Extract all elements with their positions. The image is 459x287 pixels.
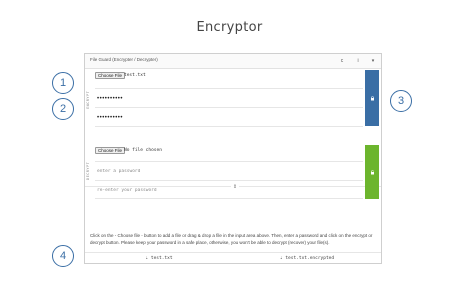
decrypt-section: DECRYPT Choose File No file chosen bbox=[85, 145, 381, 199]
encrypt-file-name: test.txt bbox=[124, 73, 146, 78]
encrypt-vertical-label: ENCRYPT bbox=[86, 90, 90, 110]
callout-2: 2 bbox=[52, 98, 74, 120]
decrypt-choose-file-button[interactable]: Choose File bbox=[95, 147, 126, 154]
encrypt-confirm-value: •••••••••• bbox=[97, 115, 124, 121]
file-guard-panel: File Guard (Encrypter / Decrypter) c i ▾… bbox=[84, 53, 382, 264]
callout-1: 1 bbox=[52, 72, 74, 94]
download-plain-link[interactable]: ⇣ test.txt bbox=[85, 256, 233, 261]
encrypt-password-field[interactable]: •••••••••• bbox=[95, 90, 363, 108]
decrypt-confirm-input[interactable] bbox=[95, 182, 363, 198]
panel-header: File Guard (Encrypter / Decrypter) c i ▾ bbox=[85, 54, 381, 69]
decrypt-file-row[interactable]: Choose File No file chosen bbox=[95, 145, 363, 162]
download-bar: ⇣ test.txt ⇣ test.txt.encrypted bbox=[85, 252, 381, 264]
decrypt-file-name: No file chosen bbox=[124, 148, 162, 153]
decrypt-password-field[interactable] bbox=[95, 163, 363, 181]
page-title: Encryptor bbox=[196, 20, 263, 35]
encrypt-choose-file-button[interactable]: Choose File bbox=[95, 72, 126, 79]
unlock-icon bbox=[370, 169, 374, 174]
callout-3: 3 bbox=[390, 90, 412, 112]
info-button[interactable]: i bbox=[353, 57, 363, 66]
callout-4: 4 bbox=[52, 245, 74, 267]
encrypt-button[interactable] bbox=[365, 70, 379, 126]
encrypt-file-row[interactable]: Choose File test.txt bbox=[95, 70, 363, 89]
help-text: Click on the - Choose file - button to a… bbox=[90, 233, 373, 245]
decrypt-confirm-field[interactable] bbox=[95, 182, 363, 199]
collapse-button[interactable]: ▾ bbox=[368, 57, 378, 66]
decrypt-vertical-label: DECRYPT bbox=[86, 161, 90, 181]
download-encrypted-link[interactable]: ⇣ test.txt.encrypted bbox=[233, 256, 381, 261]
encrypt-password-value: •••••••••• bbox=[97, 96, 124, 102]
decrypt-password-input[interactable] bbox=[95, 163, 363, 180]
clear-button[interactable]: c bbox=[337, 57, 347, 66]
encrypt-section: ENCRYPT Choose File test.txt •••••••••• … bbox=[85, 70, 381, 127]
encrypt-confirm-field[interactable]: •••••••••• bbox=[95, 109, 363, 127]
panel-title: File Guard (Encrypter / Decrypter) bbox=[90, 57, 158, 62]
lock-icon bbox=[370, 95, 374, 100]
decrypt-button[interactable] bbox=[365, 145, 379, 199]
